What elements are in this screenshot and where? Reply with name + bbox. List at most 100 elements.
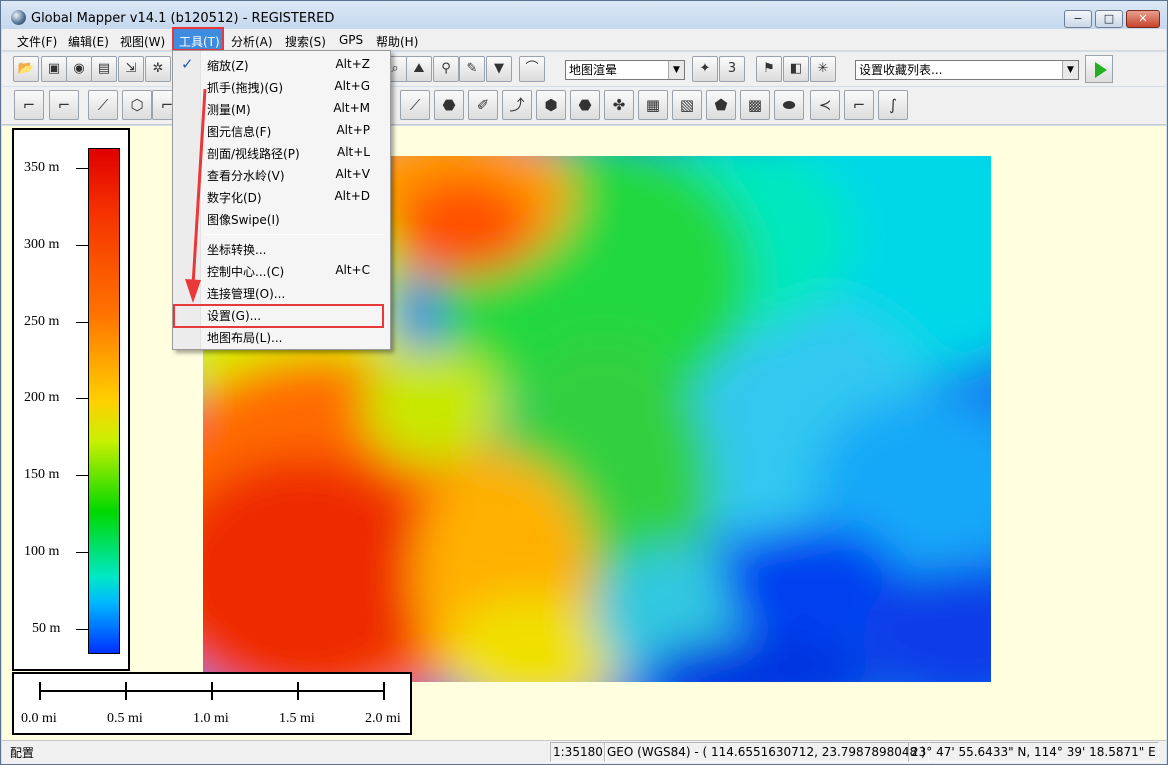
layers-icon[interactable]: ◧ <box>783 56 809 82</box>
scale-tick <box>297 682 299 700</box>
overlay-control-icon[interactable]: ▤ <box>91 56 117 82</box>
scale-label: 1.0 mi <box>193 711 229 726</box>
menu-item-zoom[interactable]: ✓ 缩放(Z) Alt+Z <box>173 53 390 75</box>
menu-item-shortcut: Alt+P <box>336 123 370 137</box>
scale-tick <box>211 682 213 700</box>
menu-item-shortcut: Alt+Z <box>335 57 370 71</box>
window-title: Global Mapper v14.1 (b120512) - REGISTER… <box>31 11 335 26</box>
area-grid-icon[interactable]: ▩ <box>740 90 770 120</box>
annotation-arrow <box>185 89 207 303</box>
legend-label: 250 m <box>24 314 60 329</box>
favorites-value: 设置收藏列表... <box>859 63 943 77</box>
legend-tick <box>76 168 88 169</box>
menu-item-label: 控制中心...(C) <box>207 265 285 279</box>
menu-file[interactable]: 文件(F) <box>14 32 60 51</box>
menu-item-label: 图像Swipe(I) <box>207 213 280 227</box>
scale-tick <box>383 682 385 700</box>
status-projection: GEO (WGS84) - ( 114.6551630712, 23.79878… <box>604 742 929 762</box>
menu-item-shortcut: Alt+M <box>333 101 370 115</box>
draw-line-icon[interactable]: ⟋ <box>88 90 118 120</box>
join-tool-icon[interactable]: ⤴ <box>502 90 532 120</box>
menu-item-label: 图元信息(F) <box>207 125 272 139</box>
render-mode-select[interactable]: 地图渲晕 ▼ <box>565 60 685 80</box>
menu-item-label: 坐标转换... <box>207 243 267 257</box>
merge-area-icon[interactable]: ⬬ <box>774 90 804 120</box>
vertex-tool-icon[interactable]: ⟋ <box>400 90 430 120</box>
check-icon: ✓ <box>181 55 194 73</box>
legend-tick <box>76 475 88 476</box>
menu-item-label: 连接管理(O)... <box>207 287 286 301</box>
status-scale: 1:35180 <box>550 742 606 762</box>
play-icon[interactable] <box>1085 55 1113 83</box>
app-window: Global Mapper v14.1 (b120512) - REGISTER… <box>0 0 1168 765</box>
chevron-down-icon: ▼ <box>668 61 684 79</box>
shader-icon[interactable]: ✦ <box>692 56 718 82</box>
export-icon[interactable]: ⇲ <box>118 56 144 82</box>
scale-tick <box>39 682 41 700</box>
legend-tick <box>76 629 88 630</box>
buffer-tool-icon[interactable]: ⬢ <box>536 90 566 120</box>
legend-label: 350 m <box>24 160 60 175</box>
menu-separator <box>205 234 385 235</box>
arch-icon[interactable]: ⌒ <box>519 56 545 82</box>
menu-item-shortcut: Alt+V <box>335 167 370 181</box>
line-vertex-icon[interactable]: ≺ <box>810 90 840 120</box>
path-icon[interactable]: ✎ <box>459 56 485 82</box>
tower-icon[interactable]: ⚲ <box>433 56 459 82</box>
grid-split-icon[interactable]: ▦ <box>638 90 668 120</box>
fill-tool-icon[interactable]: ⬟ <box>706 90 736 120</box>
union-tool-icon[interactable]: ⬣ <box>570 90 600 120</box>
menu-gps[interactable]: GPS <box>336 32 366 48</box>
scale-label: 2.0 mi <box>365 711 401 726</box>
menu-help[interactable]: 帮助(H) <box>373 32 421 51</box>
save-icon[interactable]: ▣ <box>41 56 67 82</box>
scale-tick <box>125 682 127 700</box>
legend-label: 150 m <box>24 467 60 482</box>
close-button[interactable]: ✕ <box>1126 10 1160 28</box>
menu-item-label: 测量(M) <box>207 103 251 117</box>
menu-item-label: 抓手(拖拽)(G) <box>207 81 284 95</box>
favorites-select[interactable]: 设置收藏列表... ▼ <box>855 60 1079 80</box>
menu-item-map-layout[interactable]: 地图布局(L)... <box>173 325 390 347</box>
legend-tick <box>76 552 88 553</box>
flag-icon[interactable]: ⚑ <box>756 56 782 82</box>
chevron-down-icon: ▼ <box>1062 61 1078 79</box>
line-curve-icon[interactable]: ∫ <box>878 90 908 120</box>
legend-label: 100 m <box>24 544 60 559</box>
draw-area-icon[interactable]: ⬡ <box>122 90 152 120</box>
annotation-box-tools <box>172 27 224 51</box>
minimize-button[interactable]: − <box>1064 10 1092 28</box>
maximize-button[interactable]: □ <box>1095 10 1123 28</box>
menu-edit[interactable]: 编辑(E) <box>65 32 112 51</box>
crop-tool-icon[interactable]: ▧ <box>672 90 702 120</box>
intersect-tool-icon[interactable]: ✤ <box>604 90 634 120</box>
globe-icon <box>11 10 26 25</box>
menu-search[interactable]: 搜索(S) <box>282 32 329 51</box>
legend-label: 300 m <box>24 237 60 252</box>
legend-tick <box>76 245 88 246</box>
render-mode-value: 地图渲晕 <box>569 63 618 77</box>
tools-icon[interactable]: ✲ <box>145 56 171 82</box>
menu-view[interactable]: 视图(W) <box>117 32 168 51</box>
menu-item-shortcut: Alt+C <box>335 263 370 277</box>
edit-feature-icon[interactable]: ⌐ <box>14 90 44 120</box>
smooth-tool-icon[interactable]: ⬣ <box>434 90 464 120</box>
menu-item-label: 剖面/视线路径(P) <box>207 147 300 161</box>
open-folder-icon[interactable]: 📂 <box>13 56 39 82</box>
menu-analysis[interactable]: 分析(A) <box>228 32 276 51</box>
line-corner-icon[interactable]: ⌐ <box>844 90 874 120</box>
view-3d-button-icon[interactable]: 3 <box>719 56 745 82</box>
dropdown-tool-icon[interactable]: ▼ <box>486 56 512 82</box>
scale-label: 0.5 mi <box>107 711 143 726</box>
annotation-box-settings <box>173 304 384 328</box>
globe-download-icon[interactable]: ◉ <box>66 56 92 82</box>
split-tool-icon[interactable]: ✐ <box>468 90 498 120</box>
view-3d-icon[interactable]: ⛰ <box>406 56 432 82</box>
legend-tick <box>76 322 88 323</box>
elevation-legend: 350 m 300 m 250 m 200 m 150 m 100 m 50 m <box>12 128 130 671</box>
menu-item-shortcut: Alt+D <box>334 189 370 203</box>
select-feature-icon[interactable]: ⌐ <box>49 90 79 120</box>
grid-icon[interactable]: ✳ <box>810 56 836 82</box>
status-coordinates: 23° 47' 55.6433" N, 114° 39' 18.5871" E <box>908 742 1159 762</box>
menu-item-shortcut: Alt+L <box>337 145 370 159</box>
